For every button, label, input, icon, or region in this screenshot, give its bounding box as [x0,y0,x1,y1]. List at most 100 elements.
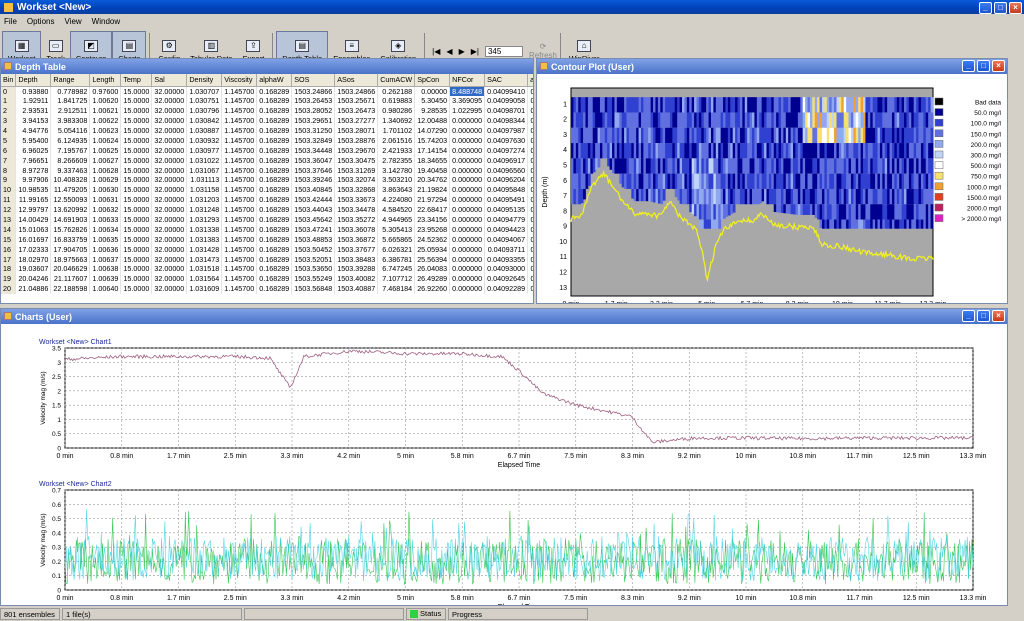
column-header[interactable]: Sal [151,74,188,87]
table-cell[interactable]: 1.340692 [377,115,416,126]
charts-maximize-button[interactable]: □ [977,310,990,322]
table-row[interactable]: 9 9.97906 10.408328 1.00629 15.0000 32.00000 1… [1,175,533,185]
table-cell[interactable]: 12.550093 [50,194,91,205]
table-cell[interactable]: 15.0000 [120,135,153,146]
table-cell[interactable]: 3.863643 [377,184,416,195]
table-cell[interactable]: 23.34156 [414,214,451,225]
table-cell[interactable]: 1503.40845 [291,184,336,195]
table-cell[interactable]: 1503.48853 [291,234,336,245]
table-cell[interactable]: 3.142780 [377,165,416,176]
table-cell[interactable]: 15.0000 [120,175,153,185]
table-cell[interactable]: 15.0000 [120,184,153,195]
table-cell[interactable]: 1.00628 [89,165,122,176]
table-cell[interactable]: 1.00621 [89,105,122,116]
table-cell[interactable]: 32.00000 [151,234,188,245]
table-cell[interactable]: 1.145700 [221,145,258,156]
table-cell[interactable]: 0.000000 [449,234,486,245]
table-cell[interactable]: 0.93880 [15,86,52,96]
table-cell[interactable]: 1.030887 [186,125,223,136]
table-cell[interactable]: 19 [1,273,17,284]
table-cell[interactable]: 0.0007 [527,165,533,176]
table-cell[interactable]: 6.026321 [377,244,416,255]
table-cell[interactable]: 0.168289 [256,264,293,274]
table-cell[interactable]: 32.00000 [151,105,188,116]
table-cell[interactable]: 1.031609 [186,283,223,294]
table-cell[interactable]: 15.0000 [120,214,153,225]
table-cell[interactable]: 1.030932 [186,135,223,146]
table-cell[interactable]: 0.04098701 [484,105,529,116]
table-row[interactable]: 8 8.97278 9.337463 1.00628 15.0000 32.00000 1.… [1,165,533,176]
table-cell[interactable]: 1503.31250 [291,125,336,136]
table-cell[interactable]: 15.0000 [120,125,153,136]
table-cell[interactable]: 0.000000 [449,125,486,136]
table-cell[interactable]: 1503.55249 [291,273,336,284]
table-cell[interactable]: 4 [1,125,17,136]
table-cell[interactable]: 10 [1,184,17,195]
depth-table[interactable]: Bin Depth Range Length Temp Sal Density Viscosi… [1,74,533,294]
table-cell[interactable]: 1503.44043 [291,204,336,215]
table-cell[interactable]: 0.04095135 [484,204,529,215]
table-cell[interactable]: 8.97278 [15,165,52,176]
table-cell[interactable]: 0.000000 [449,155,486,166]
table-cell[interactable]: 1.00640 [89,283,122,294]
table-cell[interactable]: 18.34655 [414,155,451,166]
table-cell[interactable]: 11.99165 [15,194,52,205]
table-cell[interactable]: 0.168289 [256,244,293,255]
table-row[interactable]: 7 7.96651 8.266609 1.00627 15.0000 32.00000 1.… [1,155,533,166]
table-cell[interactable]: 1503.36872 [334,234,379,245]
table-cell[interactable]: 3.369095 [449,95,486,106]
column-header[interactable]: Temp [120,74,153,87]
table-cell[interactable]: 0 [1,86,17,96]
table-cell[interactable]: 1.145700 [221,175,258,185]
table-cell[interactable]: 9.28535 [414,105,451,116]
table-cell[interactable]: 15 [1,234,17,245]
table-cell[interactable]: 15.0000 [120,234,153,245]
table-cell[interactable]: 20.046629 [50,264,91,274]
table-cell[interactable]: 32.00000 [151,115,188,126]
table-cell[interactable]: 0.168289 [256,254,293,265]
table-cell[interactable]: 4.94776 [15,125,52,136]
table-cell[interactable]: 15.762826 [50,224,91,235]
table-cell[interactable]: 25.05934 [414,244,451,255]
table-cell[interactable]: 5.054116 [50,125,91,136]
table-cell[interactable]: 1.00625 [89,145,122,156]
table-cell[interactable]: 1.145700 [221,204,258,215]
table-cell[interactable]: 0.04094779 [484,214,529,225]
table-cell[interactable]: 1.145700 [221,273,258,284]
table-cell[interactable]: 1.031518 [186,264,223,274]
table-cell[interactable]: 11.479205 [50,184,91,195]
table-cell[interactable]: 0.168289 [256,273,293,284]
table-row[interactable]: 12 12.99797 13.620992 1.00632 15.0000 32.0000… [1,204,533,215]
table-cell[interactable]: 0.168289 [256,283,293,294]
table-cell[interactable]: 1.031338 [186,224,223,235]
table-cell[interactable]: 13 [1,214,17,225]
table-cell[interactable]: 1.145700 [221,115,258,126]
table-cell[interactable]: 15.0000 [120,254,153,265]
table-cell[interactable]: 1503.37677 [334,244,379,255]
table-cell[interactable]: 1503.24866 [291,86,336,96]
table-cell[interactable]: 7.107712 [377,273,416,284]
table-cell[interactable]: 1.031383 [186,234,223,245]
table-cell[interactable]: 1503.30475 [334,155,379,166]
table-cell[interactable]: 17.02333 [15,244,52,255]
table-cell[interactable]: 18 [1,264,17,274]
table-cell[interactable]: 5.95400 [15,135,52,146]
table-cell[interactable]: 1503.39288 [334,264,379,274]
table-cell[interactable]: 13.620992 [50,204,91,215]
table-cell[interactable]: 0.168289 [256,105,293,116]
table-cell[interactable]: 0.0007 [527,244,533,255]
table-cell[interactable]: 0.000000 [449,283,486,294]
table-cell[interactable]: 1.145700 [221,194,258,205]
table-cell[interactable]: 0.778982 [50,86,91,96]
table-cell[interactable]: 0.04097987 [484,125,529,136]
table-cell[interactable]: 1503.34448 [291,145,336,156]
table-cell[interactable]: 0.168289 [256,125,293,136]
table-cell[interactable]: 17.904705 [50,244,91,255]
table-cell[interactable]: 0.0007 [527,105,533,116]
table-cell[interactable]: 14.07290 [414,125,451,136]
menu-window[interactable]: Window [92,17,120,28]
table-cell[interactable]: 0.0007 [527,155,533,166]
table-cell[interactable]: 15.0000 [120,165,153,176]
table-row[interactable]: 14 15.01063 15.762826 1.00634 15.0000 32.0000… [1,224,533,235]
table-cell[interactable]: 1.030842 [186,115,223,126]
